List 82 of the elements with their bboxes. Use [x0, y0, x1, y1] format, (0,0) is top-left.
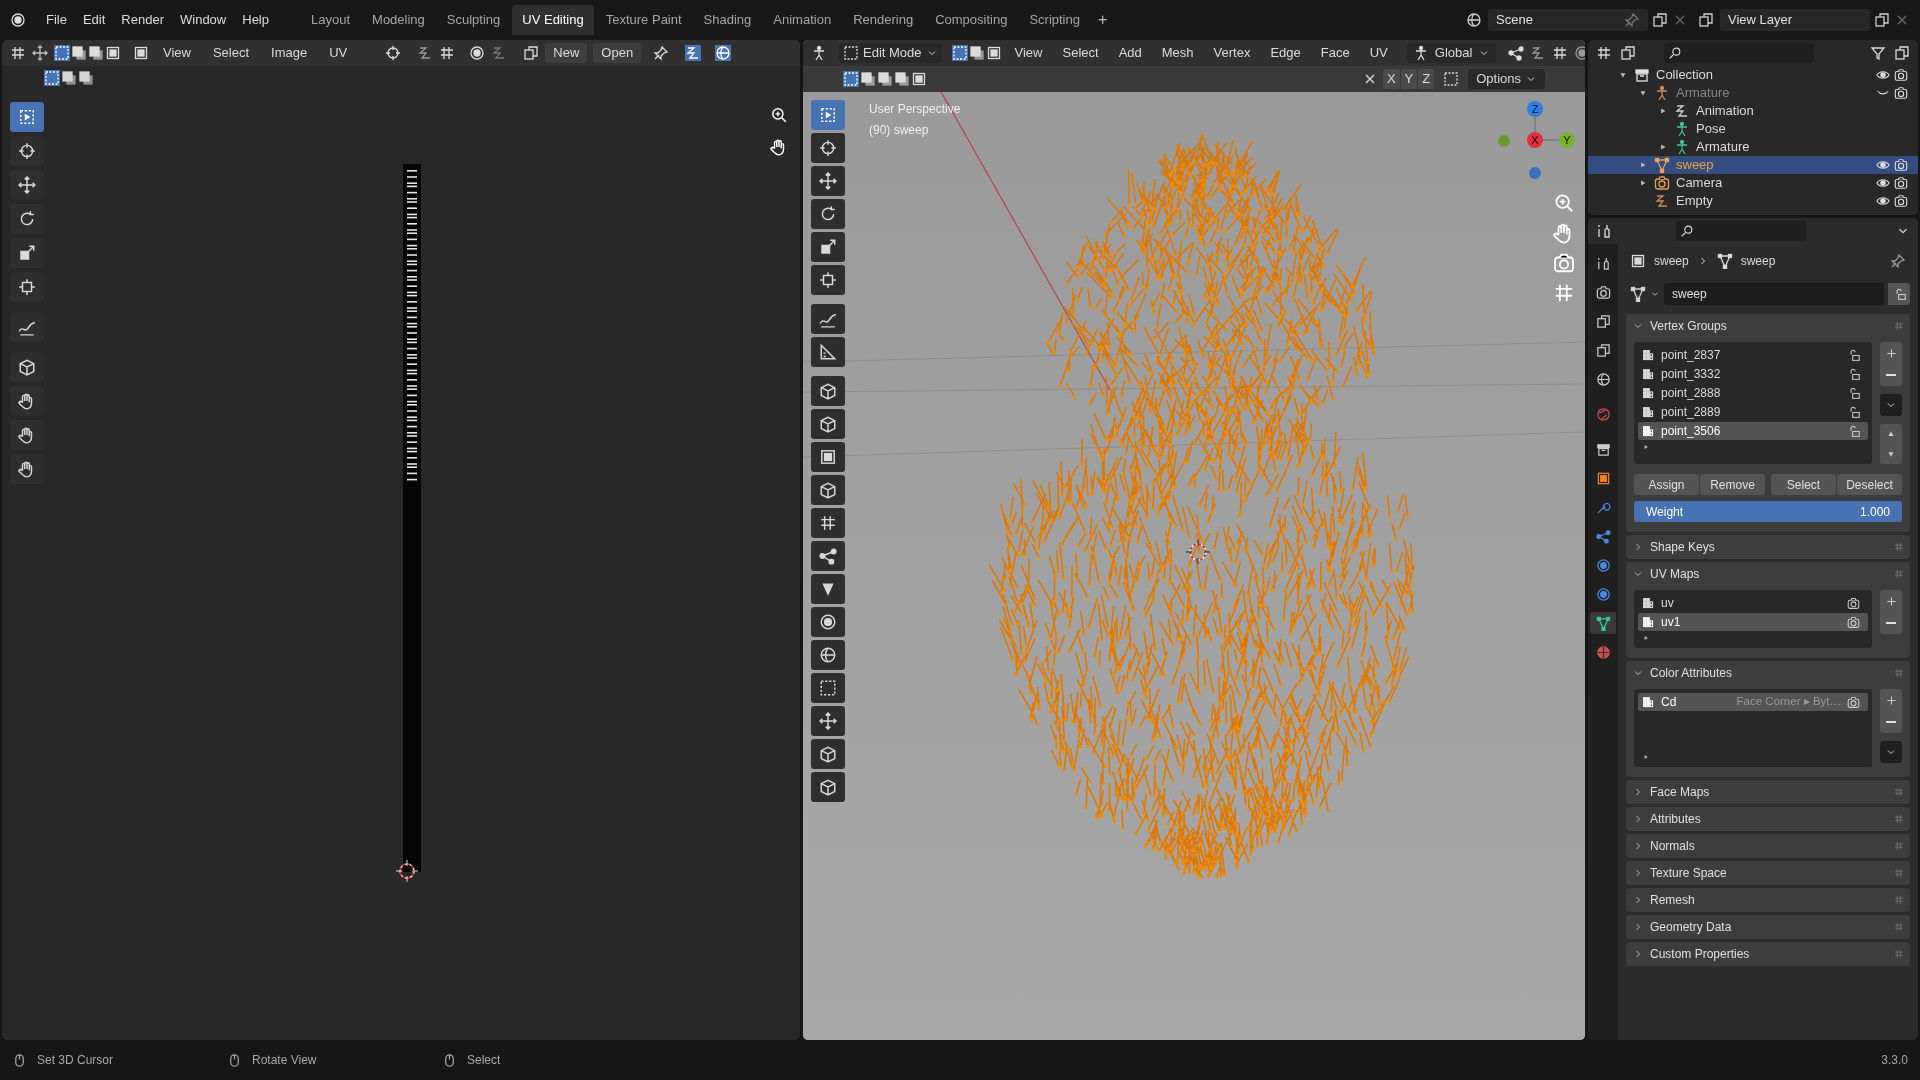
workspace-tab[interactable]: Modeling: [362, 5, 435, 35]
status-hint: Set 3D Cursor: [37, 1052, 114, 1069]
menu-item[interactable]: Face: [1313, 43, 1357, 63]
status-hint: Select: [467, 1052, 501, 1069]
panel-header[interactable]: Texture Space: [1626, 861, 1910, 885]
attribute-domain-text: Face Corner ▸ Byt…: [1736, 694, 1841, 710]
slider-label: Weight: [1646, 503, 1684, 521]
panel-header[interactable]: Custom Properties: [1626, 942, 1910, 966]
mode-dropdown[interactable]: Edit Mode: [839, 43, 942, 63]
menu-item[interactable]: Select: [1055, 43, 1106, 63]
panel-header[interactable]: Normals: [1626, 834, 1910, 858]
menu-item[interactable]: Window: [172, 7, 235, 33]
list-item[interactable]: uv: [1638, 594, 1868, 612]
axis-toggle[interactable]: Z: [1418, 69, 1435, 89]
menu-item[interactable]: Edit: [74, 7, 114, 33]
list-item[interactable]: Cd Face Corner ▸ Byt…: [1638, 693, 1868, 711]
workspace-tab[interactable]: Rendering: [843, 5, 924, 35]
menu-item[interactable]: File: [38, 7, 75, 33]
axis-gizmo[interactable]: Z X Y: [1493, 98, 1583, 186]
list-item[interactable]: point_2837: [1638, 346, 1868, 364]
outliner-row[interactable]: sweep: [1588, 156, 1918, 174]
workspace-tab[interactable]: Scripting: [1019, 5, 1090, 35]
outliner-row[interactable]: Collection: [1588, 66, 1918, 84]
panel-header[interactable]: Color Attributes: [1626, 661, 1910, 685]
menu-item[interactable]: Image: [263, 43, 316, 63]
action-button[interactable]: Assign: [1634, 474, 1699, 495]
action-button[interactable]: Remove: [1700, 474, 1765, 495]
panel-header[interactable]: Remesh: [1626, 888, 1910, 912]
scene-field[interactable]: Scene: [1488, 9, 1648, 31]
menu-item[interactable]: View: [155, 43, 199, 63]
breadcrumb-item[interactable]: sweep: [1740, 252, 1776, 270]
workspace-tab[interactable]: Sculpting: [436, 5, 511, 35]
new-image-button[interactable]: New: [545, 43, 588, 63]
options-dropdown[interactable]: Options: [1468, 69, 1545, 89]
workspace-tab[interactable]: Layout: [301, 5, 361, 35]
outliner-row[interactable]: Armature: [1588, 84, 1918, 102]
menu-item[interactable]: Vertex: [1206, 43, 1258, 63]
add-workspace-button[interactable]: +: [1091, 8, 1114, 32]
axis-toggle[interactable]: X: [1382, 69, 1400, 89]
menu-item[interactable]: Select: [204, 43, 258, 63]
outliner-row[interactable]: Armature: [1588, 138, 1918, 156]
outliner-row[interactable]: Empty: [1588, 192, 1918, 210]
menu-item[interactable]: Edge: [1263, 43, 1308, 63]
list-item[interactable]: point_2889: [1638, 403, 1868, 421]
list-item[interactable]: point_3332: [1638, 365, 1868, 383]
workspace-tab[interactable]: UV Editing: [512, 5, 594, 35]
panel-header[interactable]: Geometry Data: [1626, 915, 1910, 939]
menu-item[interactable]: Mesh: [1154, 43, 1201, 63]
workspace-tab[interactable]: Texture Paint: [595, 5, 692, 35]
mesh-name-field[interactable]: sweep: [1664, 283, 1884, 305]
outliner-row[interactable]: Animation: [1588, 102, 1918, 120]
outliner-row[interactable]: Pose: [1588, 120, 1918, 138]
panel-header[interactable]: Face Maps: [1626, 780, 1910, 804]
open-image-button[interactable]: Open: [593, 43, 642, 63]
axis-toggle[interactable]: Y: [1400, 69, 1418, 89]
list-item[interactable]: uv1: [1638, 613, 1868, 631]
outliner-row[interactable]: Camera: [1588, 174, 1918, 192]
menu-item[interactable]: View: [1007, 43, 1050, 63]
menu-item[interactable]: Help: [234, 7, 277, 33]
weight-slider[interactable]: Weight 1.000: [1634, 501, 1902, 522]
panel-header[interactable]: Shape Keys: [1626, 535, 1910, 559]
menu-item[interactable]: UV: [321, 43, 356, 63]
menu-item[interactable]: UV: [1362, 43, 1395, 63]
viewport-info-text: (90) sweep: [869, 122, 930, 139]
menu-item[interactable]: Render: [113, 7, 172, 33]
workspace-tab[interactable]: Shading: [693, 5, 762, 35]
workspace-tab[interactable]: Compositing: [925, 5, 1018, 35]
version-text: 3.3.0: [1881, 1052, 1908, 1069]
slider-value: 1.000: [1859, 503, 1890, 521]
panel-header[interactable]: UV Maps: [1626, 562, 1910, 586]
breadcrumb-item[interactable]: sweep: [1654, 252, 1689, 270]
action-button[interactable]: Select: [1771, 474, 1836, 495]
menu-item[interactable]: Add: [1111, 43, 1149, 63]
status-hint: Rotate View: [252, 1052, 317, 1069]
action-button[interactable]: Deselect: [1837, 474, 1902, 495]
list-item[interactable]: point_2888: [1638, 384, 1868, 402]
panel-header[interactable]: Attributes: [1626, 807, 1910, 831]
list-item[interactable]: point_3506: [1638, 422, 1868, 440]
view-layer-field[interactable]: View Layer: [1720, 9, 1870, 31]
panel-header[interactable]: Vertex Groups: [1626, 314, 1910, 338]
workspace-tab[interactable]: Animation: [763, 5, 842, 35]
orientation-dropdown[interactable]: Global: [1406, 43, 1497, 63]
